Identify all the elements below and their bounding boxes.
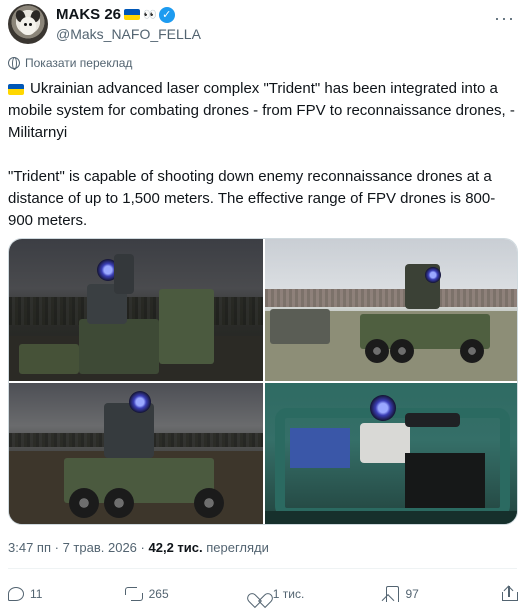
reply-icon — [8, 587, 24, 601]
tweet-date[interactable]: 7 трав. 2026 — [63, 540, 137, 555]
repost-count: 265 — [148, 587, 169, 601]
like-button[interactable]: 1 тис. — [251, 587, 305, 601]
tweet-time[interactable]: 3:47 пп — [8, 540, 51, 555]
bookmark-button[interactable]: 97 — [386, 586, 419, 602]
ukraine-flag-icon — [124, 9, 141, 20]
show-translation-label: Показати переклад — [25, 56, 133, 70]
avatar-eye-right — [29, 23, 32, 26]
author-name[interactable]: MAKS 26 — [56, 6, 121, 23]
action-bar: 11 265 1 тис. 97 — [8, 584, 518, 604]
share-icon — [501, 585, 518, 602]
ukraine-flag-icon — [8, 83, 24, 95]
media-photo-1[interactable] — [9, 239, 263, 381]
like-count: 1 тис. — [272, 587, 305, 601]
bookmark-count: 97 — [405, 587, 419, 601]
reply-button[interactable]: 11 — [8, 587, 42, 601]
author-name-row[interactable]: MAKS 26 👀 ✓ — [56, 6, 175, 23]
like-icon — [251, 587, 267, 601]
meta-separator: · — [140, 540, 145, 555]
more-icon[interactable]: ··· — [494, 8, 515, 29]
author-handle[interactable]: @Maks_NAFO_FELLA — [56, 26, 201, 42]
tweet-paragraph-2: "Trident" is capable of shooting down en… — [8, 168, 496, 229]
verified-badge-icon: ✓ — [158, 6, 175, 23]
media-photo-4[interactable] — [265, 383, 517, 524]
bookmark-icon — [386, 586, 400, 602]
avatar-face — [20, 17, 36, 35]
media-photo-3[interactable] — [9, 383, 263, 524]
avatar-eye-left — [24, 23, 27, 26]
tweet-paragraph-1: Ukrainian advanced laser complex "Triden… — [8, 78, 520, 144]
avatar[interactable] — [8, 4, 48, 44]
repost-icon — [124, 585, 143, 603]
eyes-emoji-icon: 👀 — [143, 9, 157, 21]
views-label: перегляди — [206, 540, 269, 555]
tweet-meta: 3:47 пп · 7 трав. 2026 · 42,2 тис. перег… — [8, 540, 269, 555]
media-grid — [8, 238, 518, 525]
tweet-header: MAKS 26 👀 ✓ @Maks_NAFO_FELLA ··· — [8, 4, 517, 44]
divider — [8, 568, 517, 569]
globe-icon — [8, 57, 20, 70]
repost-button[interactable]: 265 — [124, 585, 169, 603]
tweet-text: Ukrainian advanced laser complex "Triden… — [8, 78, 520, 232]
show-translation-link[interactable]: Показати переклад — [8, 56, 132, 70]
views-count: 42,2 тис. — [148, 540, 203, 555]
reply-count: 11 — [30, 587, 43, 601]
share-button[interactable] — [501, 585, 518, 602]
media-photo-2[interactable] — [265, 239, 517, 381]
tweet-paragraph-1-text: Ukrainian advanced laser complex "Triden… — [8, 80, 515, 141]
meta-separator: · — [54, 540, 59, 555]
